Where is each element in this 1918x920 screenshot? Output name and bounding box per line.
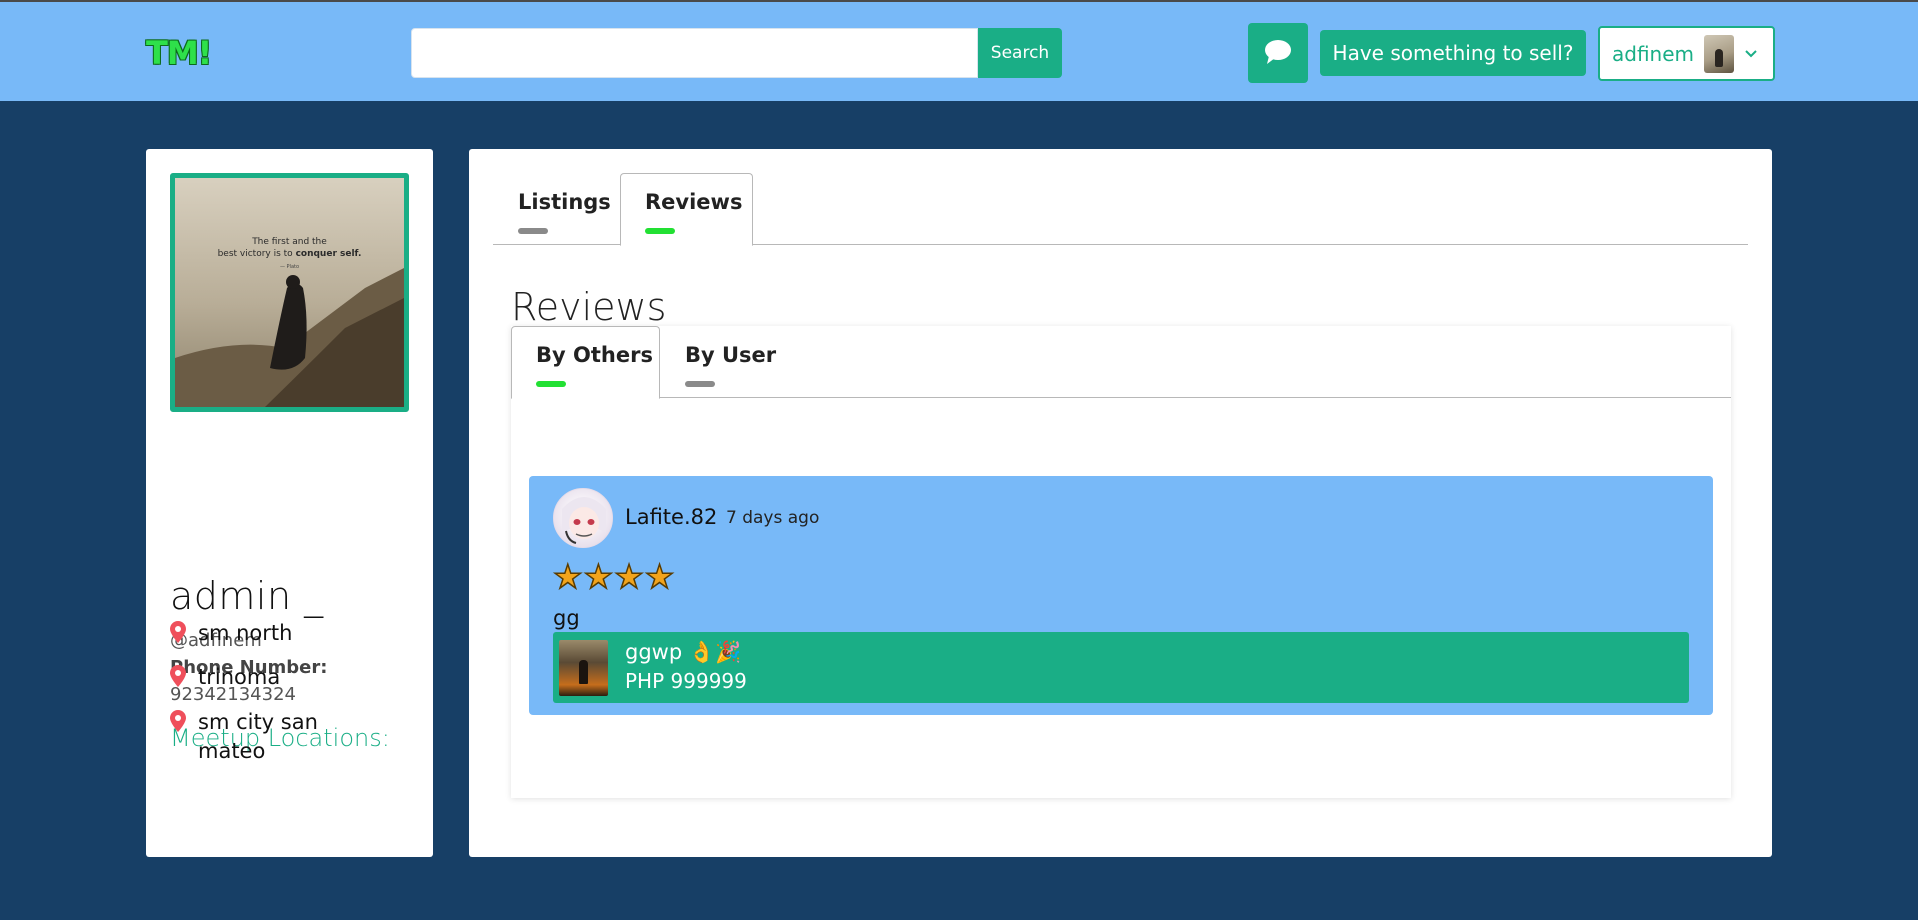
listing-thumbnail [559,640,608,696]
sell-item-button[interactable]: Have something to sell? [1320,30,1586,76]
map-pin-icon [170,710,186,736]
chat-bubble-icon [1263,38,1293,69]
tab-indicator-active [536,381,566,387]
meetup-location-item: sm city san mateo [170,708,328,766]
top-navbar: TM! Search Have something to sell? adfin… [0,0,1918,101]
image-quote-line1: The first and the [252,237,327,247]
search-input[interactable] [411,28,978,78]
review-text: gg [553,606,580,630]
meetup-location-label: sm north [198,621,293,645]
image-quote-emphasis: conquer self. [295,249,362,259]
profile-name: admin _ [170,574,324,618]
review-rating: ★ ★ ★ ★ [552,557,675,596]
tab-by-others-label: By Others [536,343,653,367]
meetup-location-label: sm city san mateo [198,710,318,763]
tab-indicator-active [645,228,675,234]
listing-title: ggwp 👌🎉 [625,640,742,664]
star-icon: ★ [644,557,675,596]
tab-indicator [518,228,548,234]
meetup-location-item: sm north [170,619,328,648]
profile-tabs: Listings Reviews [493,173,1748,246]
tab-listings[interactable]: Listings [493,173,620,246]
tab-reviews-label: Reviews [645,190,743,214]
reviewer-avatar[interactable] [553,488,613,548]
reviews-section-title: Reviews [511,285,667,329]
reviewed-listing-link[interactable]: ggwp 👌🎉 PHP 999999 [553,632,1689,703]
tab-by-user[interactable]: By User [660,326,780,399]
star-icon: ★ [613,557,644,596]
review-card: Lafite.82 7 days ago ★ ★ ★ ★ gg ggwp 👌🎉 … [529,476,1713,715]
tab-by-others[interactable]: By Others [511,326,660,399]
user-menu-username: adfinem [1612,41,1695,66]
tab-by-user-label: By User [685,343,777,367]
profile-content-card: Listings Reviews Reviews By Others By Us… [469,149,1772,857]
site-logo[interactable]: TM! [146,34,212,72]
chevron-down-icon [1744,44,1758,63]
tab-indicator [685,381,715,387]
profile-picture: The first and the best victory is to con… [170,173,409,412]
map-pin-icon [170,665,186,691]
tab-reviews[interactable]: Reviews [620,173,753,246]
meetup-location-label: trinoma [198,665,281,689]
star-icon: ★ [583,557,614,596]
image-quote-line2: best victory is to [217,249,296,259]
user-avatar [1704,34,1735,73]
profile-card: The first and the best victory is to con… [146,149,433,857]
image-quote-signature: — Plato [279,264,300,270]
star-icon: ★ [552,557,583,596]
reviewer-name[interactable]: Lafite.82 [625,505,717,529]
messages-button[interactable] [1248,23,1308,83]
user-menu-dropdown[interactable]: adfinem [1598,26,1775,81]
review-subtabs: By Others By User [511,326,1731,399]
reviews-panel: By Others By User Lafite.82 7 days ago ★… [511,326,1731,798]
review-timestamp: 7 days ago [726,508,820,528]
map-pin-icon [170,621,186,647]
meetup-location-item: trinoma [170,663,328,692]
tab-listings-label: Listings [518,190,611,214]
search-button[interactable]: Search [978,28,1062,78]
listing-price: PHP 999999 [625,669,747,693]
